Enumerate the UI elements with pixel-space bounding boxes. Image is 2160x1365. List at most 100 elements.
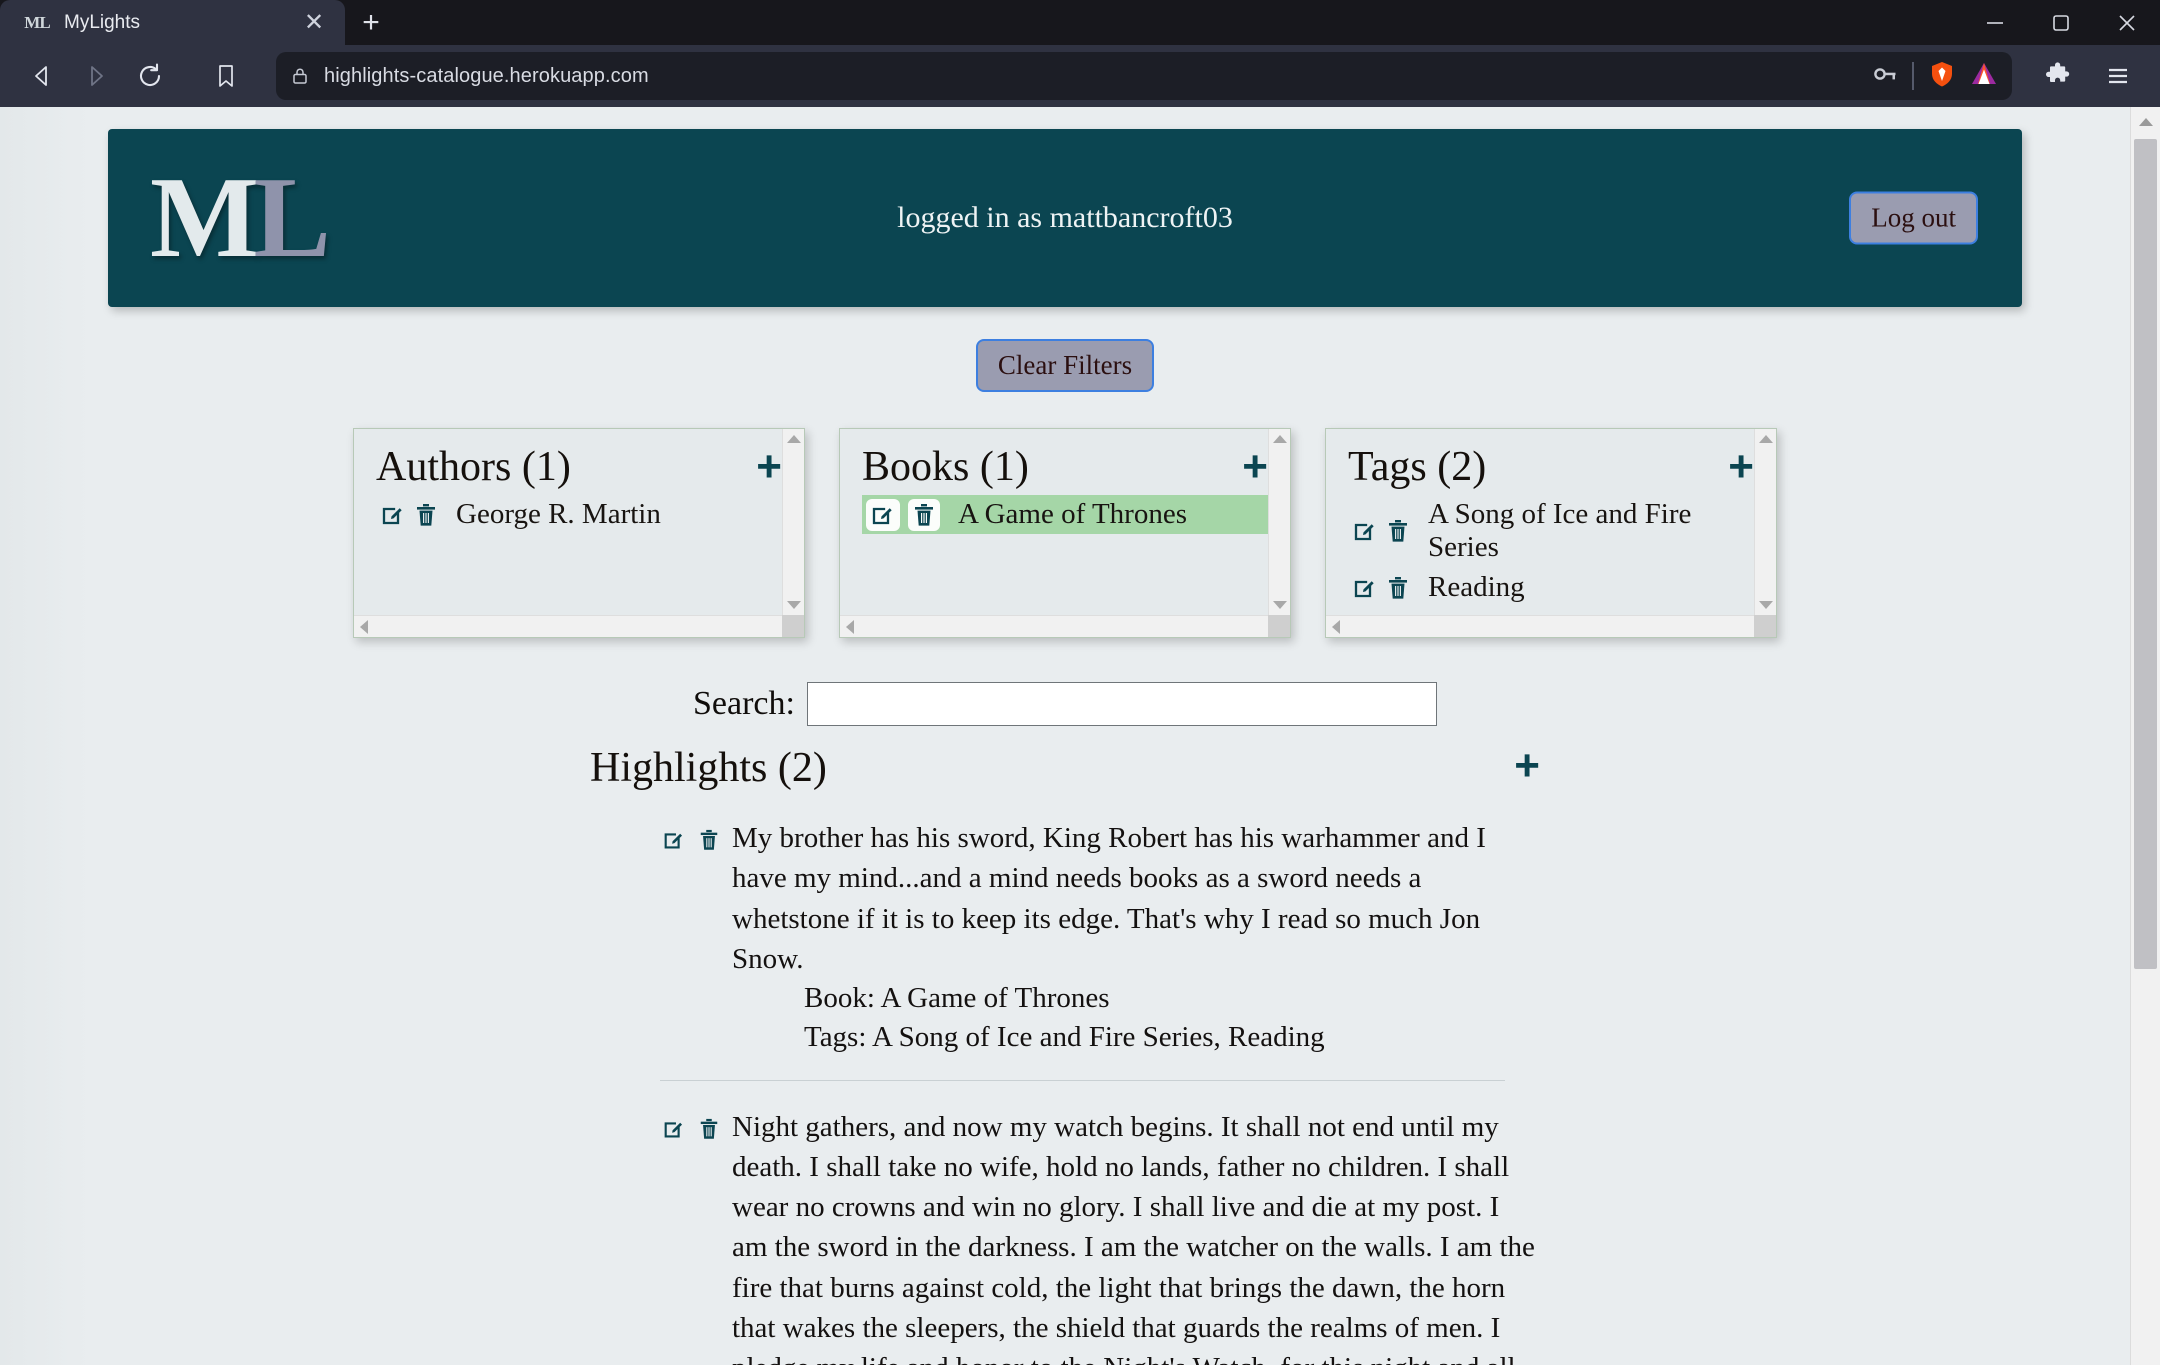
delete-icon[interactable] bbox=[908, 498, 940, 531]
delete-icon[interactable] bbox=[698, 828, 720, 1057]
browser-titlebar: ML MyLights ✕ + bbox=[0, 0, 2160, 45]
highlight-book: Book: A Game of Thrones bbox=[804, 982, 1110, 1015]
site-header: ML logged in as mattbancroft03 Log out bbox=[108, 129, 2022, 307]
delete-icon[interactable] bbox=[1386, 518, 1410, 544]
list-item[interactable]: Reading bbox=[1348, 568, 1754, 607]
scroll-down-arrow-icon bbox=[1758, 601, 1773, 610]
books-list: A Game of Thrones bbox=[862, 495, 1268, 535]
address-bar[interactable]: highlights-catalogue.herokuapp.com bbox=[276, 52, 2012, 100]
panel-tags: Tags (2) + A Song of Ice and Fire Series… bbox=[1325, 428, 1777, 639]
panel-books-head: Books (1) + bbox=[862, 445, 1268, 489]
delete-icon[interactable] bbox=[698, 1117, 720, 1365]
logout-button[interactable]: Log out bbox=[1849, 191, 1978, 245]
list-item-label: A Song of Ice and Fire Series bbox=[1428, 498, 1692, 564]
edit-icon[interactable] bbox=[866, 498, 900, 531]
add-tag-icon[interactable]: + bbox=[1728, 445, 1754, 489]
highlights-head: Highlights (2) + bbox=[590, 744, 1540, 792]
back-arrow-icon[interactable] bbox=[18, 52, 66, 100]
delete-icon[interactable] bbox=[414, 502, 438, 528]
scroll-up-arrow-icon bbox=[786, 435, 801, 444]
highlights-title: Highlights (2) bbox=[590, 745, 827, 792]
delete-icon[interactable] bbox=[1386, 575, 1410, 601]
scrollbar-corner bbox=[782, 615, 804, 638]
add-highlight-icon[interactable]: + bbox=[1514, 744, 1540, 788]
panel-books-inner: Books (1) + A Game of Thrones bbox=[840, 429, 1290, 637]
clear-filters-row: Clear Filters bbox=[0, 339, 2130, 393]
search-label: Search: bbox=[693, 685, 795, 723]
highlight-text: Night gathers, and now my watch begins. … bbox=[732, 1110, 1535, 1365]
minimize-icon[interactable] bbox=[1962, 0, 2028, 45]
highlight-text: My brother has his sword, King Robert ha… bbox=[732, 822, 1486, 975]
panel-tags-vscrollbar[interactable] bbox=[1754, 429, 1776, 616]
panel-authors-inner: Authors (1) + George R. Martin bbox=[354, 429, 804, 637]
item-actions bbox=[380, 502, 438, 528]
panel-tags-head: Tags (2) + bbox=[1348, 445, 1754, 489]
panel-authors-hscrollbar[interactable] bbox=[354, 615, 804, 638]
scroll-left-arrow-icon bbox=[360, 619, 368, 634]
address-bar-icons bbox=[1872, 60, 1998, 93]
page-scroll-up-arrow-icon[interactable] bbox=[2131, 107, 2160, 137]
reload-icon[interactable] bbox=[126, 52, 174, 100]
edit-icon[interactable] bbox=[662, 828, 686, 1057]
clear-filters-button[interactable]: Clear Filters bbox=[975, 339, 1155, 393]
panel-books-vscrollbar[interactable] bbox=[1268, 429, 1290, 616]
browser-toolbar: highlights-catalogue.herokuapp.com bbox=[0, 45, 2160, 107]
hamburger-menu-icon[interactable] bbox=[2094, 52, 2142, 100]
highlight-item: My brother has his sword, King Robert ha… bbox=[590, 818, 1540, 1057]
item-actions bbox=[1352, 575, 1410, 601]
panel-tags-title: Tags (2) bbox=[1348, 444, 1487, 491]
edit-icon[interactable] bbox=[380, 502, 406, 528]
maximize-icon[interactable] bbox=[2028, 0, 2094, 45]
page-scrollbar[interactable] bbox=[2130, 107, 2160, 1365]
brave-rewards-icon[interactable] bbox=[1970, 60, 1998, 93]
list-item[interactable]: A Game of Thrones bbox=[862, 495, 1268, 535]
panel-tags-hscrollbar[interactable] bbox=[1326, 615, 1776, 638]
extensions-puzzle-icon[interactable] bbox=[2034, 52, 2082, 100]
panel-books-hscrollbar[interactable] bbox=[840, 615, 1290, 638]
new-tab-button[interactable]: + bbox=[345, 0, 397, 45]
logo-letter-l: L bbox=[253, 153, 331, 282]
scroll-down-arrow-icon bbox=[786, 601, 801, 610]
login-status: logged in as mattbancroft03 bbox=[897, 201, 1233, 234]
list-item[interactable]: George R. Martin bbox=[376, 495, 782, 534]
window-controls bbox=[1962, 0, 2160, 45]
add-book-icon[interactable]: + bbox=[1242, 445, 1268, 489]
close-icon[interactable] bbox=[2094, 0, 2160, 45]
tab-favicon-icon: ML bbox=[24, 12, 50, 32]
scrollbar-corner bbox=[1754, 615, 1776, 638]
panel-books: Books (1) + A Game of Thrones bbox=[839, 428, 1291, 639]
page-viewport: ML logged in as mattbancroft03 Log out C… bbox=[0, 107, 2160, 1365]
highlights-section: Highlights (2) + My brother has his swor… bbox=[590, 744, 1540, 1365]
scroll-up-arrow-icon bbox=[1758, 435, 1773, 444]
edit-icon[interactable] bbox=[1352, 518, 1378, 544]
list-item[interactable]: A Song of Ice and Fire Series bbox=[1348, 495, 1754, 567]
scroll-left-arrow-icon bbox=[846, 619, 854, 634]
panel-authors-vscrollbar[interactable] bbox=[782, 429, 804, 616]
url-text: highlights-catalogue.herokuapp.com bbox=[324, 64, 649, 87]
highlight-body: Night gathers, and now my watch begins. … bbox=[732, 1107, 1540, 1365]
edit-icon[interactable] bbox=[662, 1117, 686, 1365]
browser-tab-mylights[interactable]: ML MyLights ✕ bbox=[0, 0, 345, 45]
add-author-icon[interactable]: + bbox=[756, 445, 782, 489]
toolbar-divider bbox=[1912, 62, 1914, 90]
list-item-label: George R. Martin bbox=[456, 498, 661, 531]
panel-tags-inner: Tags (2) + A Song of Ice and Fire Series… bbox=[1326, 429, 1776, 637]
toolbar-right-actions bbox=[2034, 52, 2142, 100]
brave-shield-icon[interactable] bbox=[1928, 60, 1956, 93]
site-logo: ML bbox=[150, 153, 331, 282]
password-key-icon[interactable] bbox=[1872, 61, 1898, 92]
logo-letter-m: M bbox=[150, 153, 259, 282]
forward-arrow-icon[interactable] bbox=[72, 52, 120, 100]
list-item-label: Reading bbox=[1428, 571, 1525, 604]
panel-authors-head: Authors (1) + bbox=[376, 445, 782, 489]
tab-strip: ML MyLights ✕ + bbox=[0, 0, 397, 45]
edit-icon[interactable] bbox=[1352, 575, 1378, 601]
tab-close-icon[interactable]: ✕ bbox=[297, 6, 331, 40]
filter-panels: Authors (1) + George R. Martin Books (1)… bbox=[0, 428, 2130, 639]
bookmark-icon[interactable] bbox=[202, 52, 250, 100]
list-item-label: A Game of Thrones bbox=[958, 498, 1187, 531]
tags-list: A Song of Ice and Fire Series Reading bbox=[1348, 495, 1754, 607]
page-scroll-thumb[interactable] bbox=[2134, 139, 2157, 969]
panel-books-title: Books (1) bbox=[862, 444, 1029, 491]
search-input[interactable] bbox=[806, 682, 1437, 727]
